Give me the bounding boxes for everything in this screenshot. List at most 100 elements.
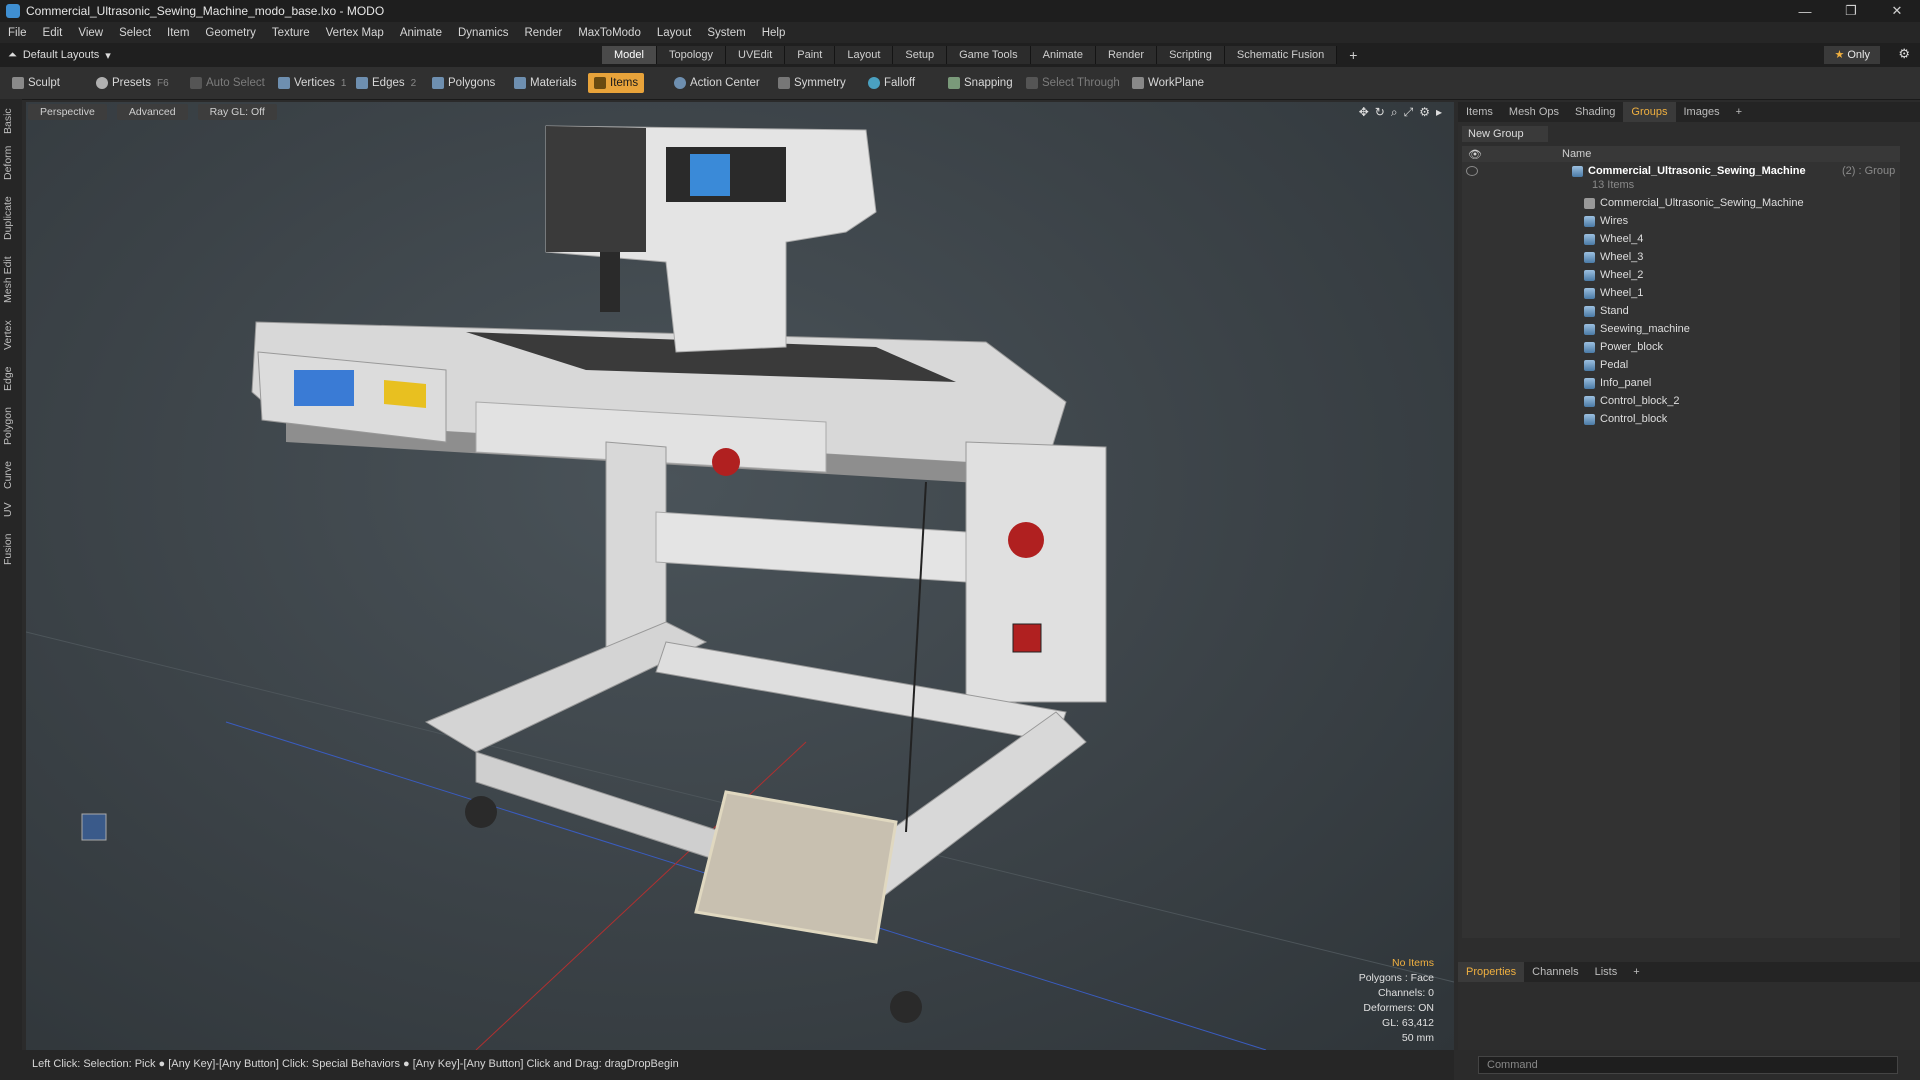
list-item[interactable]: Power_block (1462, 338, 1900, 356)
materials-button[interactable]: Materials (508, 73, 583, 93)
list-item[interactable]: Wheel_4 (1462, 230, 1900, 248)
tab-model[interactable]: Model (602, 46, 657, 64)
tab-curve[interactable]: Curve (2, 457, 20, 493)
tab-items[interactable]: Items (1458, 102, 1501, 122)
add-panel-tab-button[interactable]: + (1728, 102, 1750, 122)
list-item[interactable]: Wheel_2 (1462, 266, 1900, 284)
vertices-button[interactable]: Vertices 1 (272, 73, 352, 93)
presets-button[interactable]: Presets F6 (90, 73, 175, 93)
viewport-shading-dropdown[interactable]: Advanced (116, 104, 188, 120)
pan-icon[interactable]: ✥ (1359, 105, 1369, 120)
list-item[interactable]: Wheel_3 (1462, 248, 1900, 266)
tab-paint[interactable]: Paint (785, 46, 836, 64)
tab-topology[interactable]: Topology (656, 46, 727, 64)
raygl-toggle[interactable]: Ray GL: Off (197, 104, 277, 120)
materials-icon (514, 77, 526, 89)
menu-animate[interactable]: Animate (392, 27, 450, 39)
tab-edge[interactable]: Edge (2, 363, 20, 395)
command-input[interactable]: Command (1478, 1056, 1898, 1074)
tab-images[interactable]: Images (1676, 102, 1728, 122)
layout-selector[interactable]: ⏶ Default Layouts ▾ (8, 46, 111, 64)
add-tab-button[interactable]: + (1337, 46, 1369, 64)
minimize-icon[interactable]: — (1782, 0, 1828, 22)
list-item[interactable]: Control_block (1462, 410, 1900, 428)
edges-button[interactable]: Edges 2 (350, 73, 422, 93)
name-column-header[interactable]: Name (1562, 146, 1591, 162)
falloff-button[interactable]: Falloff (862, 73, 921, 93)
gear-icon[interactable]: ⚙ (1898, 46, 1910, 62)
new-group-button[interactable]: New Group (1462, 126, 1548, 142)
action-center-button[interactable]: Action Center (668, 73, 766, 93)
tab-fusion[interactable]: Fusion (2, 529, 20, 569)
add-properties-tab-button[interactable]: + (1625, 962, 1647, 982)
menu-view[interactable]: View (70, 27, 111, 39)
auto-select-button[interactable]: Auto Select (184, 73, 271, 93)
rotate-icon[interactable]: ↻ (1375, 105, 1385, 120)
sculpt-button[interactable]: Sculpt (6, 73, 66, 93)
menu-geometry[interactable]: Geometry (197, 27, 264, 39)
tab-uvedit[interactable]: UVEdit (726, 46, 786, 64)
restore-icon[interactable]: ❐ (1828, 0, 1874, 22)
list-item[interactable]: Commercial_Ultrasonic_Sewing_Machine (1462, 194, 1900, 212)
select-through-button[interactable]: Select Through (1020, 73, 1126, 93)
menu-texture[interactable]: Texture (264, 27, 318, 39)
items-button[interactable]: Items (588, 73, 645, 93)
tab-setup[interactable]: Setup (893, 46, 948, 64)
tab-schematic-fusion[interactable]: Schematic Fusion (1224, 46, 1338, 64)
close-icon[interactable]: ✕ (1874, 0, 1920, 22)
menu-edit[interactable]: Edit (35, 27, 71, 39)
list-item[interactable]: Stand (1462, 302, 1900, 320)
mesh-icon (1584, 306, 1595, 317)
menu-bar: File Edit View Select Item Geometry Text… (0, 22, 1920, 43)
locator-icon (1584, 198, 1595, 209)
menu-maxtomodo[interactable]: MaxToModo (570, 27, 649, 39)
menu-render[interactable]: Render (516, 27, 570, 39)
tab-game-tools[interactable]: Game Tools (947, 46, 1031, 64)
list-item[interactable]: Wires (1462, 212, 1900, 230)
polygons-button[interactable]: Polygons (426, 73, 501, 93)
falloff-label: Falloff (884, 77, 916, 89)
tab-channels[interactable]: Channels (1524, 962, 1586, 982)
menu-dynamics[interactable]: Dynamics (450, 27, 516, 39)
tab-lists[interactable]: Lists (1587, 962, 1626, 982)
tab-uv[interactable]: UV (2, 499, 20, 521)
tab-polygon[interactable]: Polygon (2, 403, 20, 449)
tab-vertex[interactable]: Vertex (2, 315, 20, 355)
menu-select[interactable]: Select (111, 27, 159, 39)
tab-shading[interactable]: Shading (1567, 102, 1623, 122)
only-button[interactable]: ★ Only (1824, 46, 1880, 64)
menu-system[interactable]: System (699, 27, 753, 39)
tab-duplicate[interactable]: Duplicate (2, 191, 20, 245)
tab-scripting[interactable]: Scripting (1157, 46, 1225, 64)
list-item[interactable]: Pedal (1462, 356, 1900, 374)
fit-icon[interactable]: ⤢ (1404, 105, 1414, 120)
list-item[interactable]: Control_block_2 (1462, 392, 1900, 410)
menu-layout[interactable]: Layout (649, 27, 700, 39)
viewport-header: Perspective Advanced Ray GL: Off (28, 104, 277, 120)
menu-vertex-map[interactable]: Vertex Map (318, 27, 392, 39)
3d-viewport[interactable] (26, 102, 1454, 1050)
menu-file[interactable]: File (0, 27, 35, 39)
visibility-eye-icon[interactable] (1466, 166, 1478, 176)
tab-animate[interactable]: Animate (1030, 46, 1096, 64)
tab-layout[interactable]: Layout (835, 46, 894, 64)
tab-render[interactable]: Render (1095, 46, 1158, 64)
list-item[interactable]: Wheel_1 (1462, 284, 1900, 302)
tab-deform[interactable]: Deform (2, 143, 20, 183)
workplane-button[interactable]: WorkPlane (1126, 73, 1210, 93)
menu-help[interactable]: Help (754, 27, 794, 39)
expand-arrow-icon[interactable]: ▸ (1436, 105, 1442, 120)
tab-mesh-edit[interactable]: Mesh Edit (2, 253, 20, 307)
tab-mesh-ops[interactable]: Mesh Ops (1501, 102, 1567, 122)
tab-basic[interactable]: Basic (2, 105, 20, 137)
menu-item[interactable]: Item (159, 27, 197, 39)
snapping-button[interactable]: Snapping (942, 73, 1019, 93)
tab-groups[interactable]: Groups (1623, 102, 1676, 122)
zoom-icon[interactable]: ⌕ (1391, 105, 1398, 120)
symmetry-button[interactable]: Symmetry (772, 73, 852, 93)
viewport-gear-icon[interactable]: ⚙ (1419, 105, 1430, 120)
list-item[interactable]: Info_panel (1462, 374, 1900, 392)
list-item[interactable]: Seewing_machine (1462, 320, 1900, 338)
tab-properties[interactable]: Properties (1458, 962, 1525, 982)
viewport-view-dropdown[interactable]: Perspective (28, 104, 107, 120)
